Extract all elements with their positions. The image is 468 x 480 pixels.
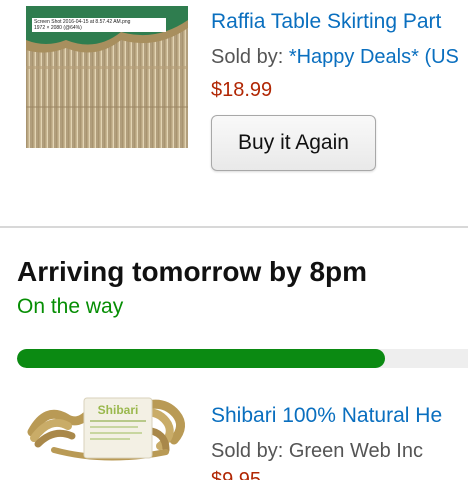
rope-bundle-photo-icon: Shibari: [27, 397, 185, 461]
shipment-progress-fill: [17, 349, 385, 368]
order-history-page: Screen Shot 2016-04-15 at 8.57.42 AM.png…: [0, 0, 468, 480]
shipment-progress-bar: [17, 349, 468, 368]
arrival-heading: Arriving tomorrow by 8pm: [17, 256, 368, 287]
seller-line: Sold by: *Happy Deals* (US: [211, 43, 468, 71]
seller-label: Sold by:: [211, 440, 289, 462]
item-price: $18.99: [211, 79, 273, 101]
item-title-link[interactable]: Raffia Table Skirting Part: [211, 8, 468, 36]
seller-label: Sold by:: [211, 46, 289, 68]
seller-line: Sold by: Green Web Inc: [211, 437, 468, 465]
seller-name: Green Web Inc: [288, 440, 423, 462]
seller-link[interactable]: *Happy Deals* (US: [289, 46, 459, 68]
item-title-link[interactable]: Shibari 100% Natural He: [211, 402, 468, 430]
shipment-status: On the way: [17, 295, 124, 318]
item-price: $9.95: [211, 469, 262, 480]
raffia-skirt-thumbnail[interactable]: Screen Shot 2016-04-15 at 8.57.42 AM.png…: [26, 6, 188, 148]
rope-thumbnail[interactable]: Shibari: [26, 392, 188, 468]
image-caption: Screen Shot 2016-04-15 at 8.57.42 AM.png…: [32, 18, 166, 32]
buy-again-button[interactable]: Buy it Again: [211, 115, 376, 171]
svg-text:Shibari: Shibari: [98, 403, 139, 417]
section-divider: [0, 226, 468, 228]
